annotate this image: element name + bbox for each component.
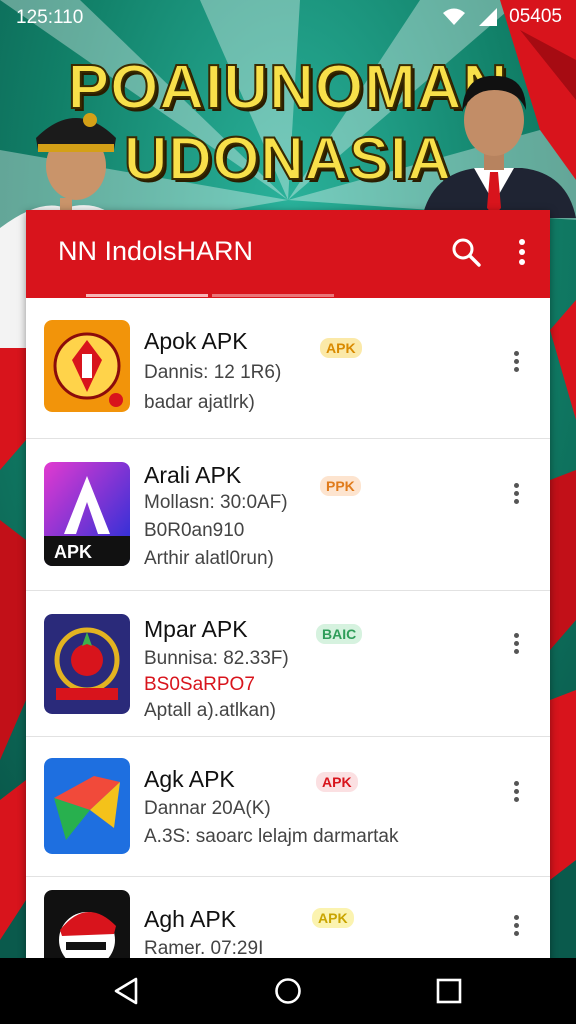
svg-text:APK: APK: [54, 542, 92, 562]
colorful-star-icon: [44, 758, 130, 854]
app-line1: Ramer. 07:29I: [144, 938, 264, 959]
tab-indicator: [86, 294, 208, 297]
app-name: Agh APK: [144, 906, 237, 932]
status-bar: 125:110 05405: [0, 0, 576, 34]
app-name: Apok APK: [144, 328, 248, 354]
app-toolbar: NN IndolsHARN: [26, 210, 550, 298]
app-name: Agk APK: [144, 766, 235, 792]
app-badge: APK: [316, 772, 358, 792]
app-line1: Bunnisa: 82.33F): [144, 648, 289, 669]
more-vert-icon[interactable]: [504, 630, 528, 662]
back-icon[interactable]: [112, 976, 142, 1006]
app-window: NN IndolsHARN Apok APK Dannis: 12 1R6) b…: [26, 210, 550, 970]
official-portrait: [422, 75, 576, 218]
app-line2: A.3S: saoarc lelajm darmartak: [144, 826, 399, 847]
more-vert-icon[interactable]: [504, 348, 528, 380]
more-vert-icon[interactable]: [504, 912, 528, 944]
app-badge: BAIC: [316, 624, 363, 644]
list-item-agh[interactable]: Agh APK Ramer. 07:29I APK: [26, 876, 550, 970]
garuda-emblem-icon: [44, 320, 130, 412]
more-vert-icon[interactable]: [504, 480, 528, 512]
status-right-text: 05405: [509, 6, 562, 27]
app-badge: APK: [312, 908, 354, 928]
more-vert-icon[interactable]: [510, 236, 534, 268]
app-line2: BS0SaRPO7: [144, 674, 255, 695]
more-vert-icon[interactable]: [504, 778, 528, 810]
app-line1: Dannar 20A(K): [144, 798, 271, 819]
app-name: Arali APK: [144, 462, 242, 488]
wifi-icon: [443, 8, 466, 25]
app-line3: Arthir alatl0run): [144, 548, 274, 569]
system-nav-bar: [0, 958, 576, 1024]
app-title: NN IndolsHARN: [58, 236, 254, 266]
list-item-arali[interactable]: APK Arali APK Mollasn: 30:0AF) B0R0an910…: [26, 438, 550, 591]
letter-a-apk-icon: APK: [44, 462, 130, 566]
recents-icon[interactable]: [434, 976, 464, 1006]
app-line3: Aptall a).atlkan): [144, 700, 277, 721]
signal-icon: [479, 8, 498, 26]
home-icon[interactable]: [273, 976, 303, 1006]
app-line2: badar ajatlrk): [144, 392, 255, 413]
search-icon[interactable]: [450, 236, 482, 268]
list-item-apok[interactable]: Apok APK Dannis: 12 1R6) badar ajatlrk) …: [26, 298, 550, 439]
crest-emblem-icon: [44, 614, 130, 714]
tab-indicator-secondary: [212, 294, 334, 297]
list-item-agk[interactable]: Agk APK Dannar 20A(K) A.3S: saoarc lelaj…: [26, 736, 550, 877]
app-line1: Dannis: 12 1R6): [144, 362, 282, 383]
app-badge: PPK: [320, 476, 361, 496]
app-name: Mpar APK: [144, 616, 248, 642]
app-badge: APK: [320, 338, 362, 358]
app-line1: Mollasn: 30:0AF): [144, 492, 288, 513]
app-line2: B0R0an910: [144, 520, 245, 541]
list-item-mpar[interactable]: Mpar APK Bunnisa: 82.33F) BS0SaRPO7 Apta…: [26, 590, 550, 737]
status-time: 125:110: [16, 7, 84, 28]
status-icons: 05405: [441, 6, 562, 28]
